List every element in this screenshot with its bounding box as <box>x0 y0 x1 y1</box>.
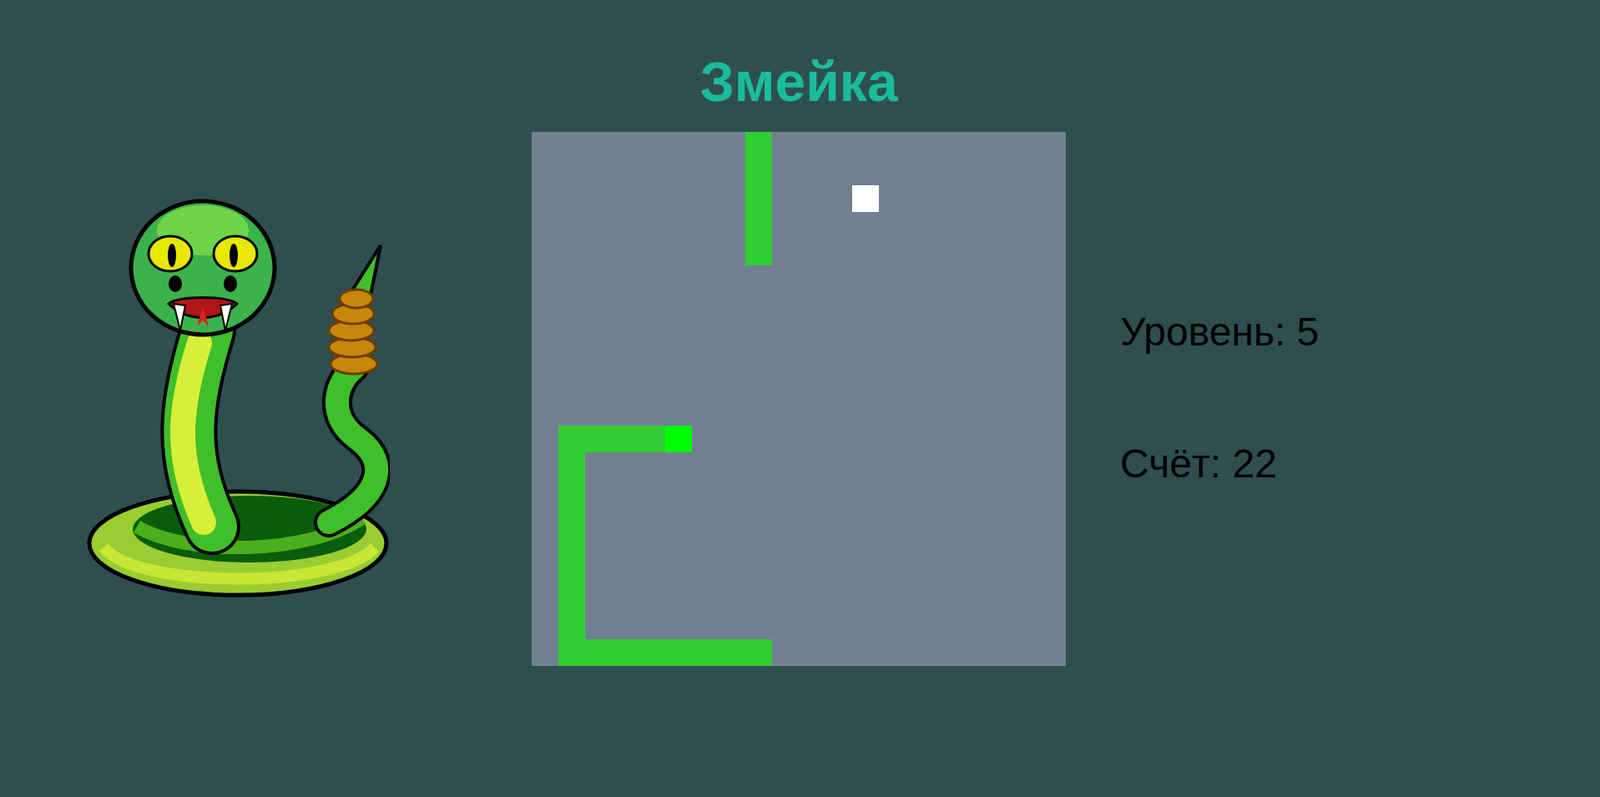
snake-segment <box>745 131 773 159</box>
stats-panel: Уровень: 5 Счёт: 22 <box>1065 0 1319 489</box>
food <box>852 185 879 212</box>
snake-segment <box>558 612 586 640</box>
snake-segment <box>691 639 719 667</box>
snake-segment <box>665 639 692 667</box>
snake-segment <box>611 639 639 667</box>
snake-segment <box>558 425 586 453</box>
snake-segment <box>585 639 612 667</box>
snake-segment <box>745 211 773 239</box>
score-label: Счёт: 22 <box>1120 439 1319 489</box>
snake-segment <box>558 559 586 586</box>
game-title: Змейка <box>531 54 1066 110</box>
snake-segment <box>558 452 586 480</box>
snake-segment <box>558 532 586 560</box>
snake-segment <box>558 479 586 506</box>
snake-segment <box>718 639 746 667</box>
snake-segment <box>638 425 666 453</box>
game-area: Змейка <box>531 0 1066 667</box>
snake-segment <box>611 425 639 453</box>
mascot-area <box>0 0 532 600</box>
snake-segment <box>745 185 773 212</box>
snake-segment <box>558 585 586 613</box>
snake-segment <box>585 425 612 453</box>
snake-segment <box>745 158 773 186</box>
snake-mascot-icon <box>86 196 390 600</box>
page: Змейка Уровень: 5 Счёт: 22 <box>0 0 1600 667</box>
snake-segment <box>745 238 773 266</box>
snake-segment <box>558 639 586 667</box>
snake-head <box>665 425 692 453</box>
snake-segment <box>638 639 666 667</box>
snake-segment <box>745 639 773 667</box>
game-board[interactable] <box>531 131 1066 667</box>
level-label: Уровень: 5 <box>1120 307 1319 357</box>
snake-segment <box>558 505 586 533</box>
